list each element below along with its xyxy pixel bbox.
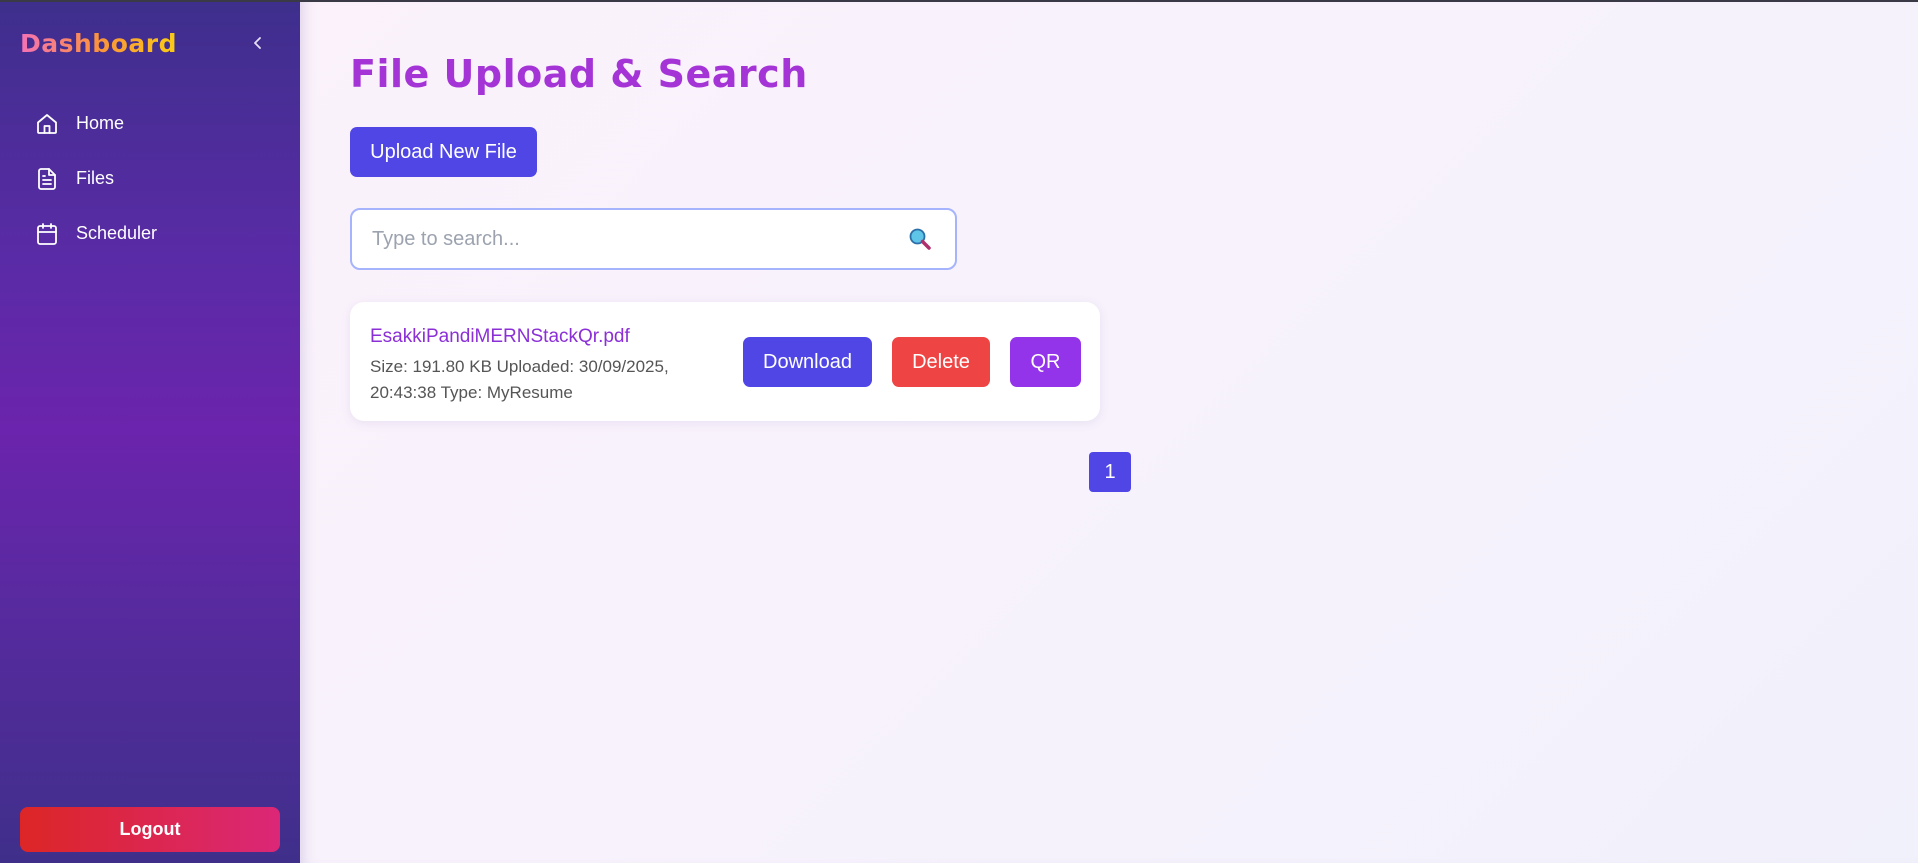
qr-button[interactable]: QR bbox=[1010, 337, 1081, 387]
sidebar-nav: Home Files Scheduler bbox=[20, 96, 280, 261]
sidebar: Dashboard Home Files Scheduler Logout bbox=[0, 0, 300, 863]
search-box bbox=[350, 208, 957, 270]
delete-button[interactable]: Delete bbox=[892, 337, 990, 387]
search-input[interactable] bbox=[352, 210, 905, 268]
file-card: EsakkiPandiMERNStackQr.pdf Size: 191.80 … bbox=[350, 302, 1100, 421]
download-button[interactable]: Download bbox=[743, 337, 872, 387]
pagination-page-button[interactable]: 1 bbox=[1089, 452, 1131, 492]
upload-new-file-button[interactable]: Upload New File bbox=[350, 127, 537, 177]
calendar-icon bbox=[34, 221, 60, 247]
sidebar-item-files[interactable]: Files bbox=[20, 151, 280, 206]
sidebar-item-home[interactable]: Home bbox=[20, 96, 280, 151]
sidebar-item-label: Home bbox=[76, 113, 125, 133]
collapse-sidebar-button[interactable] bbox=[243, 30, 273, 60]
sidebar-item-label: Files bbox=[76, 168, 115, 188]
chevron-left-icon bbox=[251, 36, 265, 55]
file-meta: Size: 191.80 KB Uploaded: 30/09/2025, 20… bbox=[370, 357, 669, 402]
main-content: File Upload & Search Upload New File Esa… bbox=[300, 0, 1918, 863]
file-icon bbox=[34, 166, 60, 192]
file-name-link[interactable]: EsakkiPandiMERNStackQr.pdf bbox=[370, 326, 630, 348]
sidebar-item-scheduler[interactable]: Scheduler bbox=[20, 206, 280, 261]
page-title: File Upload & Search bbox=[350, 52, 808, 96]
home-icon bbox=[34, 111, 60, 137]
brand-title: Dashboard bbox=[20, 29, 177, 58]
sidebar-item-label: Scheduler bbox=[76, 223, 158, 243]
search-icon[interactable] bbox=[905, 224, 935, 254]
window-top-border bbox=[0, 0, 1918, 2]
logout-button[interactable]: Logout bbox=[20, 807, 280, 852]
